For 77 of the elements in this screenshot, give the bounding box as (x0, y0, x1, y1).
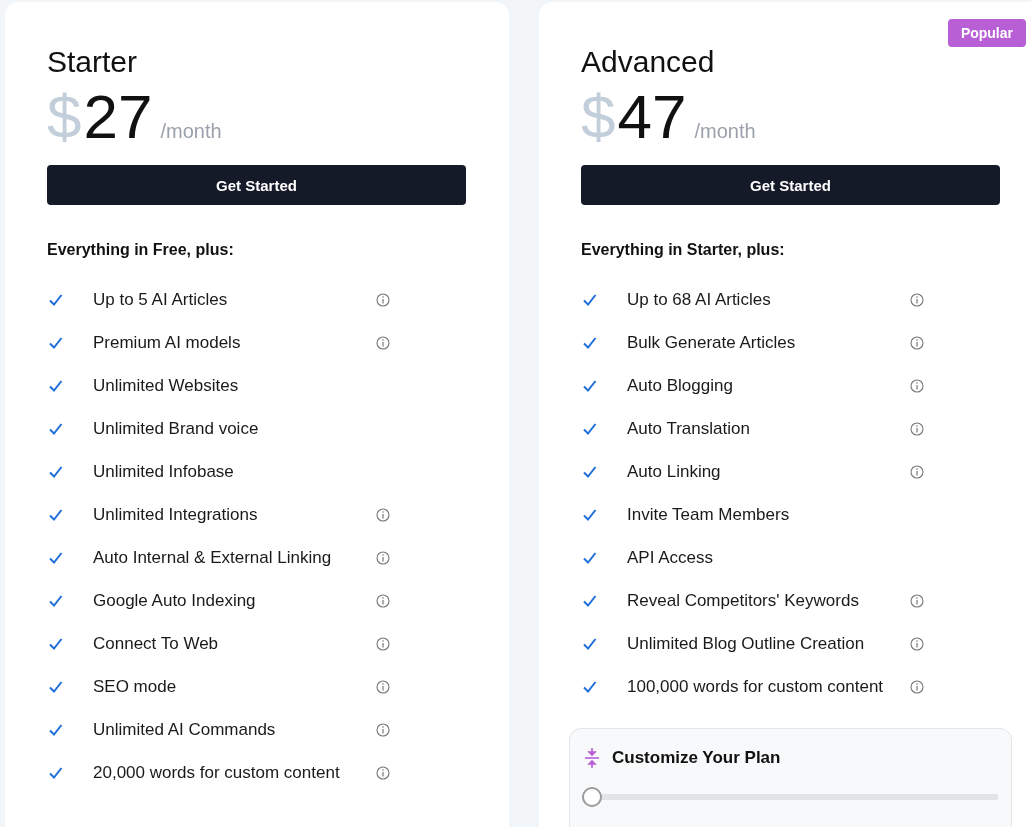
info-icon[interactable] (376, 679, 390, 694)
feature-label: Unlimited Infobase (93, 461, 235, 482)
info-icon[interactable] (376, 292, 390, 307)
check-icon (49, 636, 63, 651)
check-icon (583, 421, 597, 436)
slider-thumb[interactable] (582, 787, 602, 807)
check-icon (583, 550, 597, 565)
check-icon (583, 679, 597, 694)
check-icon (583, 292, 597, 307)
check-icon (583, 636, 597, 651)
compress-icon (584, 747, 600, 769)
feature-label: Unlimited Brand voice (93, 418, 260, 439)
feature-label: Connect To Web (93, 633, 220, 654)
price-amount: 27 (83, 86, 153, 148)
feature-label: Auto Translation (627, 418, 751, 439)
info-icon[interactable] (910, 421, 924, 436)
feature-label: Up to 68 AI Articles (627, 289, 772, 310)
info-icon[interactable] (910, 292, 924, 307)
check-icon (49, 335, 63, 350)
info-icon[interactable] (910, 679, 924, 694)
info-icon[interactable] (376, 507, 390, 522)
check-icon (583, 507, 597, 522)
feature-label: Auto Linking (627, 461, 722, 482)
feature-label: 20,000 words for custom content (93, 762, 341, 783)
info-icon[interactable] (376, 335, 390, 350)
info-icon[interactable] (910, 335, 924, 350)
check-icon (49, 679, 63, 694)
info-icon[interactable] (910, 593, 924, 608)
check-icon (583, 593, 597, 608)
info-icon[interactable] (376, 722, 390, 737)
info-icon[interactable] (376, 636, 390, 651)
feature-label: 100,000 words for custom content (627, 676, 885, 697)
check-icon (49, 292, 63, 307)
feature-label: API Access (627, 547, 714, 568)
info-icon[interactable] (376, 765, 390, 780)
popular-badge: Popular (947, 19, 1026, 47)
plan-name: Starter (47, 44, 139, 80)
feature-label: SEO mode (93, 676, 178, 697)
price-period: /month (694, 120, 756, 143)
feature-label: Unlimited Blog Outline Creation (627, 633, 866, 654)
info-icon[interactable] (376, 550, 390, 565)
check-icon (49, 722, 63, 737)
feature-label: Auto Internal & External Linking (93, 547, 333, 568)
features-heading: Everything in Starter, plus: (581, 241, 786, 259)
plan-name: Advanced (581, 44, 716, 80)
price-period: /month (160, 120, 222, 143)
check-icon (49, 765, 63, 780)
features-heading: Everything in Free, plus: (47, 241, 235, 259)
feature-label: Bulk Generate Articles (627, 332, 797, 353)
check-icon (49, 507, 63, 522)
check-icon (583, 335, 597, 350)
currency-symbol: $ (47, 86, 82, 148)
currency-symbol: $ (581, 86, 616, 148)
check-icon (49, 378, 63, 393)
check-icon (49, 421, 63, 436)
check-icon (583, 464, 597, 479)
get-started-button[interactable]: Get Started (581, 165, 1000, 205)
price-amount: 47 (617, 86, 687, 148)
feature-label: Reveal Competitors' Keywords (627, 590, 860, 611)
info-icon[interactable] (910, 636, 924, 651)
check-icon (49, 593, 63, 608)
feature-label: Auto Blogging (627, 375, 734, 396)
info-icon[interactable] (376, 593, 390, 608)
customize-title: Customize Your Plan (612, 748, 781, 768)
feature-label: Invite Team Members (627, 504, 791, 525)
feature-label: Unlimited Websites (93, 375, 240, 396)
feature-label: Unlimited Integrations (93, 504, 259, 525)
get-started-button[interactable]: Get Started (47, 165, 466, 205)
feature-label: Google Auto Indexing (93, 590, 257, 611)
check-icon (49, 464, 63, 479)
info-icon[interactable] (910, 464, 924, 479)
info-icon[interactable] (910, 378, 924, 393)
check-icon (583, 378, 597, 393)
feature-label: Premium AI models (93, 332, 242, 353)
check-icon (49, 550, 63, 565)
feature-label: Up to 5 AI Articles (93, 289, 229, 310)
feature-label: Unlimited AI Commands (93, 719, 277, 740)
